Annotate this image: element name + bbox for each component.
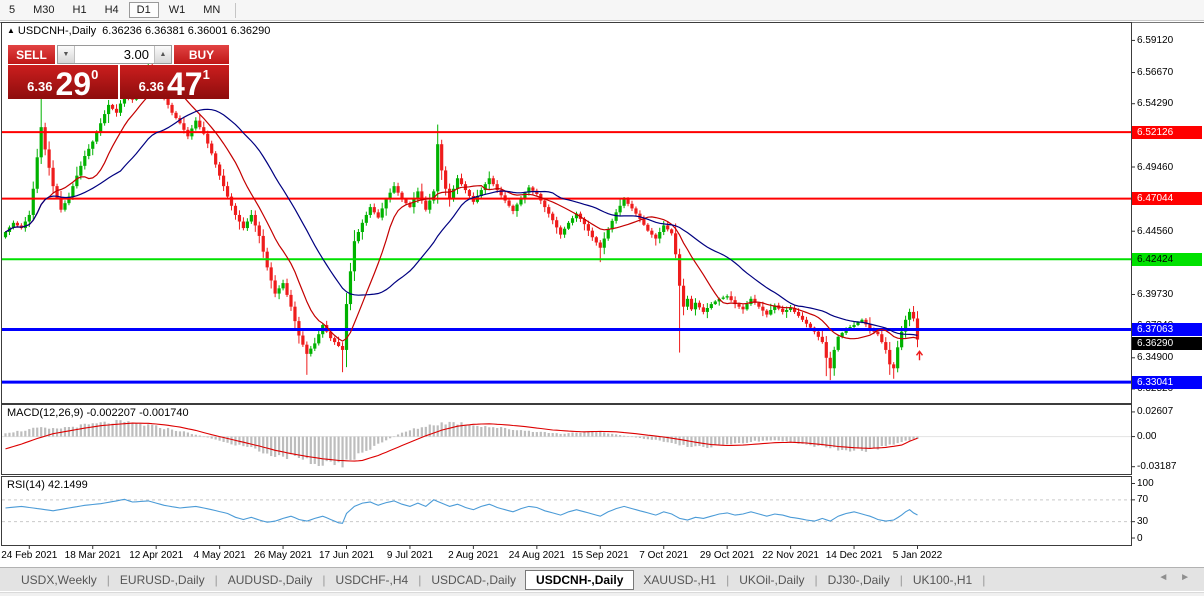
tab-audusd-daily[interactable]: AUDUSD-,Daily <box>219 570 322 590</box>
rsi-tick-label: 30 <box>1137 516 1149 528</box>
trading-terminal-window: 5 M30 H1 H4 D1 W1 MN ▲ USDCNH-,Daily 6.36236 6.3… <box>0 0 1204 596</box>
chart-title: ▲ USDCNH-,Daily 6.36236 6.36381 6.36001 6.… <box>7 25 270 37</box>
rsi-label: RSI(14) 42.1499 <box>7 479 88 491</box>
tabs-scroll-right-button[interactable]: ► <box>1180 572 1190 583</box>
tab-separator: | <box>982 572 986 587</box>
tab-usdx-weekly[interactable]: USDX,Weekly <box>12 570 106 590</box>
date-tick-label: 5 Jan 2022 <box>892 550 943 561</box>
price-tick-label: 6.59120 <box>1137 34 1174 46</box>
date-tick-label: 17 Jun 2021 <box>318 550 375 561</box>
price-tick-label: 6.56670 <box>1137 67 1174 79</box>
triangle-up-icon: ▲ <box>159 51 167 58</box>
markers-layer <box>915 350 924 361</box>
sell-price-sup: 0 <box>91 67 99 82</box>
price-tick-label: 6.49460 <box>1137 161 1174 173</box>
tab-separator: | <box>322 572 326 587</box>
date-tick-label: 9 Jul 2021 <box>386 550 434 561</box>
tab-separator: | <box>814 572 818 587</box>
date-tick-label: 14 Dec 2021 <box>825 550 883 561</box>
moving-averages <box>5 87 918 342</box>
date-tick-label: 29 Oct 2021 <box>699 550 755 561</box>
volume-input[interactable]: 3.00 <box>75 46 154 63</box>
price-level-badge: 6.52126 <box>1132 125 1202 139</box>
buy-price-base: 6.36 <box>138 79 164 94</box>
volume-increase-button[interactable]: ▲ <box>154 46 171 63</box>
tab-usdcad-daily[interactable]: USDCAD-,Daily <box>422 570 525 590</box>
price-tick-label: 6.44560 <box>1137 225 1174 237</box>
buy-price-big: 47 <box>166 66 203 102</box>
date-tick-label: 7 Oct 2021 <box>639 550 689 561</box>
tab-separator: | <box>106 572 110 587</box>
sell-price-big: 29 <box>55 66 92 102</box>
sell-price-box[interactable]: 6.36 29 0 <box>8 65 118 102</box>
tab-dj30-daily[interactable]: DJ30-,Daily <box>819 570 899 590</box>
rsi-tick-label: 0 <box>1137 532 1143 544</box>
tab-separator: | <box>214 572 218 587</box>
tab-scroll-controls: ◄ ► <box>1149 572 1190 583</box>
tab-eurusd-daily[interactable]: EURUSD-,Daily <box>111 570 214 590</box>
horizontal-level-lines <box>2 131 1131 384</box>
macd-layer <box>2 419 1131 468</box>
macd-tick-label: -0.03187 <box>1137 461 1177 473</box>
rsi-line <box>5 498 918 524</box>
symbol-tab-bar: USDX,Weekly | EURUSD-,Daily | AUDUSD-,Daily |… <box>0 567 1204 591</box>
ma-fast-line <box>5 87 918 342</box>
buy-price-box[interactable]: 6.36 47 1 <box>119 65 229 102</box>
trade-panel-prices: 6.36 29 0 6.36 47 1 <box>8 65 229 102</box>
date-tick-label: 26 May 2021 <box>254 550 312 561</box>
tab-usdcnh-daily[interactable]: USDCNH-,Daily <box>525 569 635 590</box>
rsi-tick-label: 100 <box>1137 477 1154 489</box>
symbol-collapse-icon[interactable]: ▲ <box>7 26 15 35</box>
macd-tick-label: 0.00 <box>1137 431 1157 443</box>
status-strip <box>0 592 1204 596</box>
sell-button[interactable]: SELL <box>8 45 55 64</box>
price-tick-label: 6.34900 <box>1137 352 1174 364</box>
price-level-badge: 6.42424 <box>1132 252 1202 266</box>
ma-slow-line <box>5 108 918 336</box>
date-tick-label: 4 May 2021 <box>193 550 246 561</box>
date-tick-label: 15 Sep 2021 <box>571 550 629 561</box>
volume-spinner: ▼ 3.00 ▲ <box>57 45 172 64</box>
tab-separator: | <box>726 572 730 587</box>
price-arrow-marker <box>915 350 924 361</box>
current-price-badge: 6.36290 <box>1132 337 1202 351</box>
axis-ticks <box>28 39 1135 549</box>
rsi-layer <box>2 498 1131 524</box>
date-tick-label: 24 Feb 2021 <box>1 550 58 561</box>
rsi-tick-label: 70 <box>1137 494 1149 506</box>
tab-uk100-h1[interactable]: UK100-,H1 <box>904 570 981 590</box>
candles-layer <box>3 62 920 381</box>
date-tick-label: 22 Nov 2021 <box>762 550 819 561</box>
price-level-badge: 6.47044 <box>1132 192 1202 206</box>
tabs-scroll-left-button[interactable]: ◄ <box>1158 572 1168 583</box>
tab-ukoil-daily[interactable]: UKOil-,Daily <box>730 570 813 590</box>
rsi-panel-border <box>1 476 1132 546</box>
buy-price-sup: 1 <box>202 67 210 82</box>
macd-tick-label: 0.02607 <box>1137 406 1174 418</box>
chart-title-symbol: USDCNH-,Daily <box>17 25 97 37</box>
trade-panel-controls: SELL ▼ 3.00 ▲ BUY <box>8 45 229 64</box>
date-tick-label: 18 Mar 2021 <box>64 550 121 561</box>
tab-usdchf-h4[interactable]: USDCHF-,H4 <box>327 570 418 590</box>
date-tick-label: 12 Apr 2021 <box>129 550 184 561</box>
chart-title-ohlc: 6.36236 6.36381 6.36001 6.36290 <box>102 25 271 37</box>
trade-panel: SELL ▼ 3.00 ▲ BUY 6.36 29 0 6.36 47 1 <box>8 45 229 102</box>
triangle-down-icon: ▼ <box>62 51 70 58</box>
tab-xauusd-h1[interactable]: XAUUSD-,H1 <box>634 570 725 590</box>
macd-label: MACD(12,26,9) -0.002207 -0.001740 <box>7 407 189 419</box>
price-tick-label: 6.39730 <box>1137 289 1174 300</box>
date-tick-label: 2 Aug 2021 <box>448 550 499 561</box>
price-tick-label: 6.54290 <box>1137 98 1174 110</box>
price-level-badge: 6.33041 <box>1132 375 1202 389</box>
buy-button[interactable]: BUY <box>174 45 229 64</box>
date-tick-label: 24 Aug 2021 <box>508 550 565 561</box>
tab-separator: | <box>418 572 422 587</box>
volume-decrease-button[interactable]: ▼ <box>58 46 75 63</box>
price-level-badge: 6.37063 <box>1132 322 1202 336</box>
sell-price-base: 6.36 <box>27 79 53 94</box>
tab-separator: | <box>899 572 903 587</box>
